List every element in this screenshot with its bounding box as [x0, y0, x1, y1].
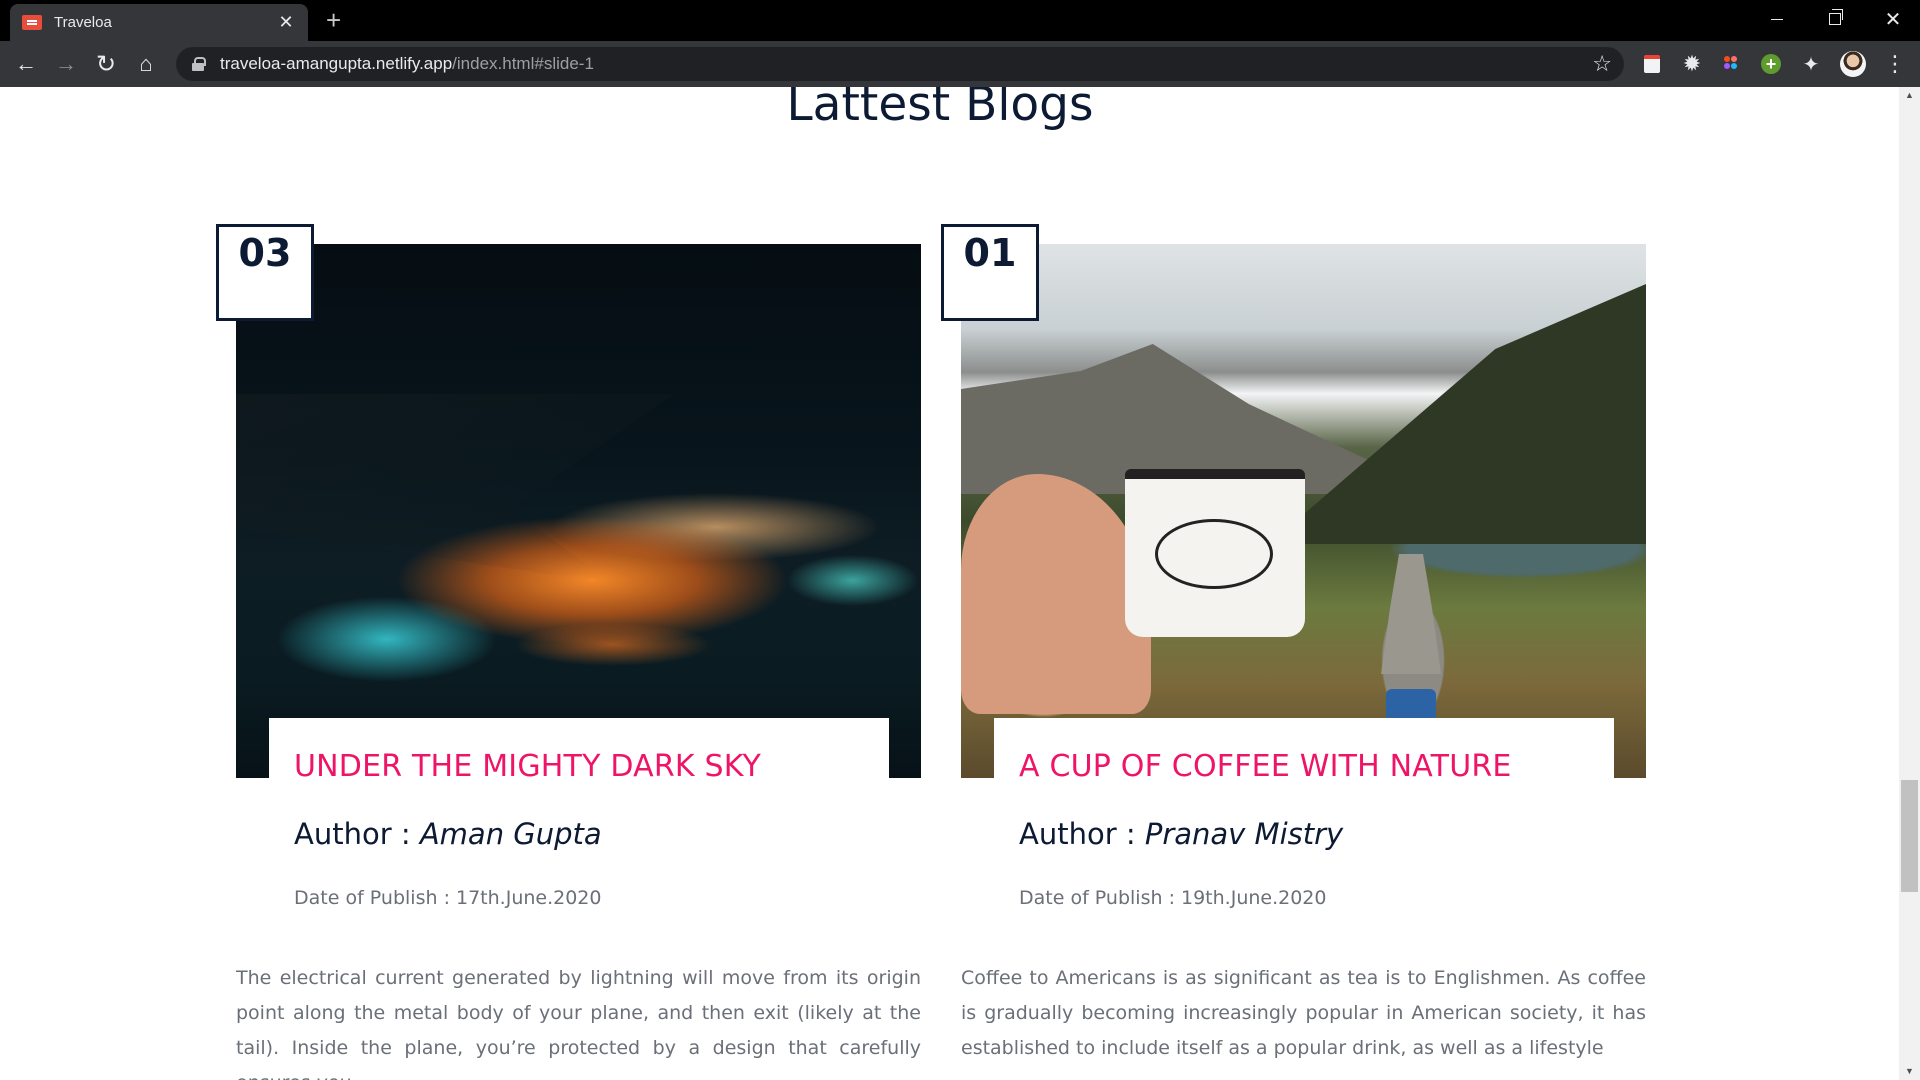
reload-icon[interactable]: ↻ [90, 48, 122, 80]
calendar-extension-icon[interactable] [1640, 52, 1664, 76]
profile-avatar[interactable] [1840, 51, 1866, 77]
scroll-up-arrow-icon[interactable]: ▲ [1899, 87, 1920, 104]
extensions-puzzle-icon[interactable]: ✦ [1799, 52, 1823, 76]
blog-title-box: A CUP OF COFFEE WITH NATURE [994, 718, 1614, 798]
mug-shape [1125, 469, 1305, 637]
browser-tab[interactable]: Traveloa ✕ [10, 4, 308, 41]
author-name: Pranav Mistry [1144, 817, 1344, 851]
tab-title: Traveloa [54, 14, 112, 31]
blog-card[interactable]: 03 UNDER THE MIGHTY DARK SKY Author : Am… [216, 224, 921, 1080]
gear-extension-icon[interactable]: ✹ [1680, 51, 1704, 76]
browser-tab-bar: Traveloa ✕ + ✕ [0, 0, 1920, 41]
back-arrow-icon[interactable]: ← [10, 48, 42, 80]
blog-author: Author : Aman Gupta [294, 817, 602, 851]
url-path: /index.html#slide-1 [452, 54, 594, 73]
page-scrollbar[interactable]: ▲ ▼ [1899, 87, 1920, 1080]
airplane-wing-shape [236, 394, 675, 584]
coffee-pot-shape [1381, 554, 1441, 674]
bookmark-star-icon[interactable]: ☆ [1592, 51, 1612, 77]
window-minimize-button[interactable] [1754, 0, 1800, 38]
mug-logo-shape [1155, 519, 1273, 589]
window-close-button[interactable]: ✕ [1870, 0, 1916, 38]
blog-date: Date of Publish : 17th.June.2020 [294, 887, 602, 909]
mountain-shape [1269, 284, 1646, 544]
blog-excerpt: The electrical current generated by ligh… [236, 967, 921, 1080]
figma-extension-icon[interactable] [1719, 52, 1743, 76]
blog-card[interactable]: 01 A CUP OF COFFEE WITH NATURE Author : … [941, 224, 1646, 1059]
browser-toolbar: ← → ↻ ⌂ traveloa-amangupta.netlify.app/i… [0, 41, 1920, 87]
scroll-down-arrow-icon[interactable]: ▼ [1899, 1063, 1920, 1080]
scrollbar-thumb[interactable] [1901, 780, 1918, 892]
url-host: traveloa-amangupta.netlify.app [220, 54, 453, 73]
night-city-image [236, 244, 921, 778]
forward-arrow-icon[interactable]: → [50, 48, 82, 80]
window-restore-button[interactable] [1812, 0, 1858, 38]
blog-number-badge: 03 [216, 224, 314, 321]
author-label: Author : [294, 817, 420, 851]
blog-title[interactable]: A CUP OF COFFEE WITH NATURE [1019, 749, 1614, 784]
new-tab-button[interactable]: + [326, 5, 341, 35]
hand-shape [961, 474, 1151, 714]
address-bar[interactable]: traveloa-amangupta.netlify.app/index.htm… [176, 47, 1624, 81]
site-favicon-icon [22, 15, 42, 30]
blog-title[interactable]: UNDER THE MIGHTY DARK SKY [294, 749, 889, 784]
author-label: Author : [1019, 817, 1145, 851]
section-title: Lattest Blogs [786, 87, 1094, 132]
tab-close-icon[interactable]: ✕ [276, 12, 296, 33]
blog-date: Date of Publish : 19th.June.2020 [1019, 887, 1327, 909]
blog-number-badge: 01 [941, 224, 1039, 321]
page-viewport: Lattest Blogs 03 UNDER THE MIGHTY DARK S… [0, 87, 1899, 1080]
add-extension-icon[interactable]: + [1759, 52, 1783, 76]
lock-icon[interactable] [192, 57, 206, 71]
blog-excerpt: Coffee to Americans is as significant as… [961, 967, 1646, 1059]
more-vert-icon[interactable]: ⋮ [1884, 50, 1906, 78]
coffee-nature-image [961, 244, 1646, 778]
home-icon[interactable]: ⌂ [130, 48, 162, 80]
blog-author: Author : Pranav Mistry [1019, 817, 1343, 851]
author-name: Aman Gupta [419, 817, 602, 851]
blog-title-box: UNDER THE MIGHTY DARK SKY [269, 718, 889, 798]
